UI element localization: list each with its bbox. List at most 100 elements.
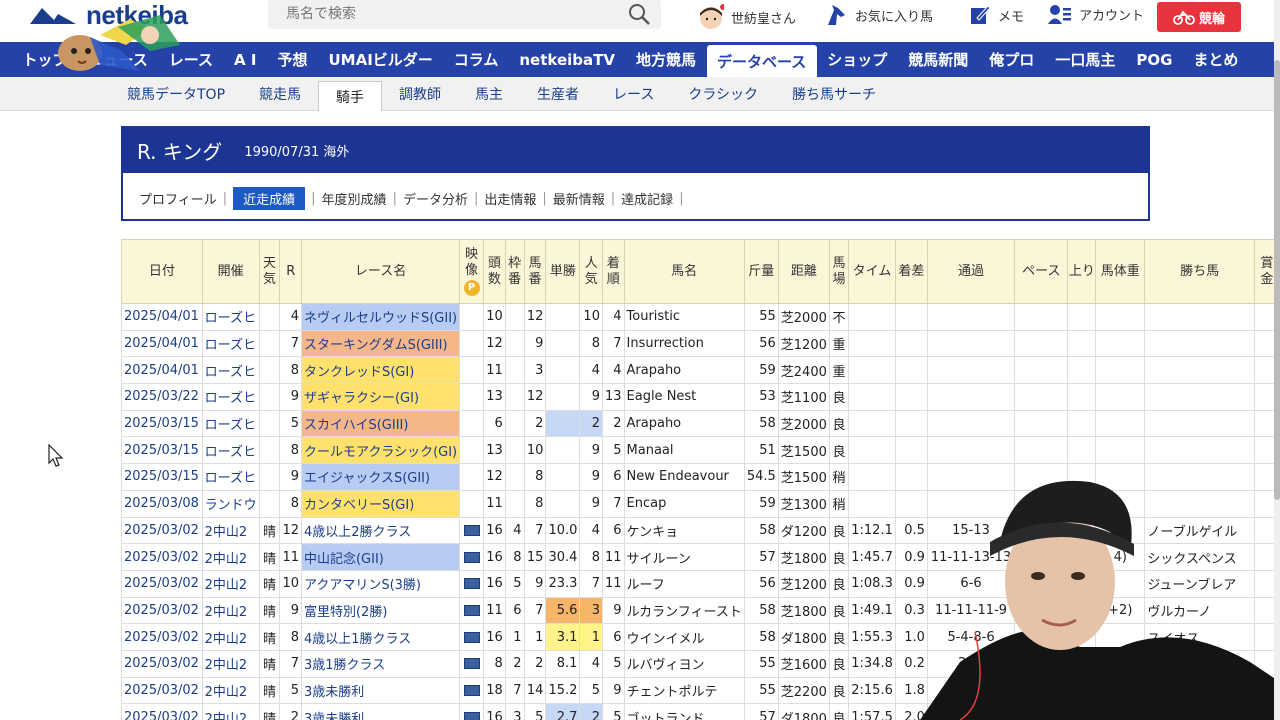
cell-horse[interactable]: Manaal bbox=[623, 436, 745, 465]
cell-venue[interactable]: ローズヒ bbox=[201, 383, 260, 411]
cell-race[interactable]: 4歳以上1勝クラス bbox=[300, 623, 461, 651]
page-scrollbar[interactable] bbox=[1274, 0, 1280, 720]
cell-venue[interactable]: ローズヒ bbox=[201, 463, 260, 491]
cell-date[interactable]: 2025/03/02 bbox=[121, 623, 203, 651]
race-video-icon[interactable] bbox=[463, 658, 480, 670]
race-video-icon[interactable] bbox=[463, 604, 480, 616]
cell-race[interactable]: 3歳未勝利 bbox=[300, 703, 461, 720]
cell-horse[interactable]: ゴットランド bbox=[623, 703, 745, 720]
sub-nav-item[interactable]: クラシック bbox=[671, 77, 775, 111]
keirin-button[interactable]: 競輪 bbox=[1157, 2, 1241, 32]
sub-nav-item[interactable]: 馬主 bbox=[458, 77, 520, 111]
cell-horse[interactable]: Insurrection bbox=[623, 329, 745, 358]
sub-nav-item[interactable]: 調教師 bbox=[382, 77, 458, 111]
cell-winner[interactable] bbox=[1144, 329, 1255, 358]
cell-horse[interactable]: ルカランフィースト bbox=[623, 596, 745, 625]
cell-horse[interactable]: New Endeavour bbox=[623, 463, 745, 491]
cell-race[interactable]: タンクレッドS(GI) bbox=[300, 356, 461, 385]
cell-horse[interactable]: サイルーン bbox=[623, 543, 745, 571]
cell-horse[interactable]: チェントポルテ bbox=[623, 676, 745, 705]
cell-race[interactable]: 3歳1勝クラス bbox=[300, 649, 461, 678]
main-nav-item[interactable]: ショップ bbox=[817, 42, 898, 77]
cell-date[interactable]: 2025/03/08 bbox=[121, 489, 203, 518]
cell-horse[interactable]: ルーフ bbox=[623, 569, 745, 598]
main-nav-item[interactable]: A I bbox=[224, 42, 267, 77]
cell-venue[interactable]: ランドウ bbox=[201, 489, 260, 518]
cell-date[interactable]: 2025/03/15 bbox=[121, 436, 203, 465]
cell-race[interactable]: カンタベリーS(GI) bbox=[300, 489, 461, 518]
search-input[interactable] bbox=[268, 0, 608, 27]
cell-venue[interactable]: 2中山2 bbox=[201, 596, 260, 625]
sub-nav-item[interactable]: 騎手 bbox=[318, 81, 383, 111]
race-video-icon[interactable] bbox=[463, 631, 480, 643]
cell-horse[interactable]: ウインイメル bbox=[623, 623, 745, 651]
cell-date[interactable]: 2025/04/01 bbox=[121, 356, 203, 385]
cell-date[interactable]: 2025/03/02 bbox=[121, 543, 203, 571]
cell-winner[interactable] bbox=[1144, 356, 1255, 385]
cell-venue[interactable]: 2中山2 bbox=[201, 569, 260, 598]
cell-horse[interactable]: Eagle Nest bbox=[623, 383, 745, 411]
race-video-icon[interactable] bbox=[463, 578, 480, 590]
cell-date[interactable]: 2025/03/22 bbox=[121, 383, 203, 411]
cell-date[interactable]: 2025/04/01 bbox=[121, 329, 203, 358]
cell-horse[interactable]: ケンキョ bbox=[623, 516, 745, 545]
cell-venue[interactable]: 2中山2 bbox=[201, 703, 260, 720]
cell-race[interactable]: アクアマリンS(3勝) bbox=[300, 569, 461, 598]
search-icon[interactable] bbox=[627, 2, 651, 26]
race-video-icon[interactable] bbox=[463, 684, 480, 696]
jockey-tab[interactable]: 達成記録 bbox=[621, 189, 673, 208]
cell-race[interactable]: 中山記念(GII) bbox=[300, 543, 461, 571]
sub-nav-item[interactable]: 競馬データTOP bbox=[110, 77, 242, 111]
cell-horse[interactable]: Arapaho bbox=[623, 356, 745, 385]
main-nav-item[interactable]: POG bbox=[1126, 42, 1183, 77]
cell-date[interactable]: 2025/03/15 bbox=[121, 409, 203, 438]
cell-venue[interactable]: 2中山2 bbox=[201, 543, 260, 571]
scrollbar-thumb[interactable] bbox=[1274, 60, 1280, 500]
cell-horse[interactable]: Touristic bbox=[623, 303, 745, 331]
cell-race[interactable]: ネヴィルセルウッドS(GII) bbox=[300, 303, 461, 331]
cell-winner[interactable] bbox=[1144, 303, 1255, 331]
cell-race[interactable]: スターキングダムS(GIII) bbox=[300, 329, 461, 358]
cell-venue[interactable]: ローズヒ bbox=[201, 356, 260, 385]
cell-venue[interactable]: ローズヒ bbox=[201, 409, 260, 438]
main-nav-item[interactable]: まとめ bbox=[1183, 42, 1249, 77]
cell-venue[interactable]: ローズヒ bbox=[201, 303, 260, 331]
cell-horse[interactable]: Arapaho bbox=[623, 409, 745, 438]
user-menu[interactable]: 世紡皇さん bbox=[698, 4, 796, 30]
cell-date[interactable]: 2025/03/02 bbox=[121, 596, 203, 625]
account-link[interactable]: アカウント bbox=[1048, 4, 1144, 24]
main-nav-item[interactable]: 競馬新聞 bbox=[898, 42, 979, 77]
main-nav-item[interactable]: 俺プロ bbox=[979, 42, 1045, 77]
cell-date[interactable]: 2025/03/02 bbox=[121, 649, 203, 678]
cell-winner[interactable] bbox=[1144, 409, 1255, 438]
main-nav-item[interactable]: データベース bbox=[706, 45, 817, 77]
cell-race[interactable]: 4歳以上2勝クラス bbox=[300, 516, 461, 545]
main-nav-item[interactable]: コラム bbox=[443, 42, 509, 77]
cell-horse[interactable]: ルバヴィヨン bbox=[623, 649, 745, 678]
cell-winner[interactable] bbox=[1144, 436, 1255, 465]
race-video-icon[interactable] bbox=[463, 524, 480, 536]
cell-race[interactable]: クールモアクラシック(GI) bbox=[300, 436, 461, 465]
cell-date[interactable]: 2025/03/02 bbox=[121, 676, 203, 705]
cell-date[interactable]: 2025/03/15 bbox=[121, 463, 203, 491]
jockey-tab[interactable]: 出走情報 bbox=[484, 189, 536, 208]
main-nav-item[interactable]: 予想 bbox=[267, 42, 318, 77]
favorites-link[interactable]: お気に入り馬 bbox=[824, 4, 933, 26]
jockey-tab[interactable]: データ分析 bbox=[403, 189, 468, 208]
cell-venue[interactable]: 2中山2 bbox=[201, 516, 260, 545]
jockey-tab[interactable]: 最新情報 bbox=[553, 189, 605, 208]
cell-venue[interactable]: ローズヒ bbox=[201, 329, 260, 358]
sub-nav-item[interactable]: レース bbox=[596, 77, 671, 111]
main-nav-item[interactable]: UMAIビルダー bbox=[318, 42, 443, 77]
cell-date[interactable]: 2025/03/02 bbox=[121, 569, 203, 598]
cell-date[interactable]: 2025/03/02 bbox=[121, 703, 203, 720]
main-nav-item[interactable]: netkeibaTV bbox=[509, 42, 626, 77]
race-video-icon[interactable] bbox=[463, 711, 480, 720]
cell-date[interactable]: 2025/03/02 bbox=[121, 516, 203, 545]
main-nav-item[interactable]: 一口馬主 bbox=[1045, 42, 1126, 77]
jockey-tab[interactable]: 年度別成績 bbox=[322, 189, 387, 208]
cell-date[interactable]: 2025/04/01 bbox=[121, 303, 203, 331]
cell-race[interactable]: ザギャラクシー(GI) bbox=[300, 383, 461, 411]
jockey-tab[interactable]: プロフィール bbox=[139, 189, 217, 208]
cell-race[interactable]: 3歳未勝利 bbox=[300, 676, 461, 705]
